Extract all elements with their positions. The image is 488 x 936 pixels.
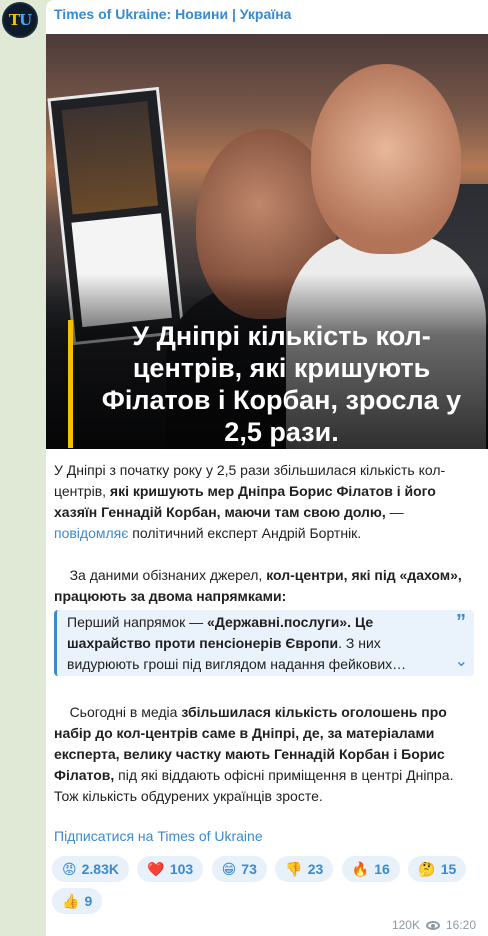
reaction-thumbs-down[interactable]: 👎 23 [275, 856, 334, 882]
reactions-bar: 😡 2.83K ❤️ 103 😁 73 👎 23 🔥 16 🤔 15 👍 9 [52, 856, 472, 920]
reaction-thinking[interactable]: 🤔 15 [408, 856, 467, 882]
reaction-thumbs-up[interactable]: 👍 9 [52, 888, 103, 914]
source-link[interactable]: повідомляє [54, 525, 128, 541]
post-paragraph-1: У Дніпрі з початку року у 2,5 рази збіль… [54, 462, 462, 604]
subscribe-link[interactable]: Підписатися на Times of Ukraine [54, 828, 263, 844]
message-meta: 120K 16:20 [392, 918, 476, 932]
view-count: 120K [391, 918, 420, 932]
reaction-grin[interactable]: 😁 73 [211, 856, 267, 882]
message-bubble: Times of Ukraine: Новини | Україна У Дні… [46, 0, 488, 936]
post-paragraph-3: Сьогодні в медіа збільшилася кількість о… [54, 704, 454, 804]
image-headline: У Дніпрі кількість кол-центрів, які криш… [68, 320, 478, 448]
reaction-fire[interactable]: 🔥 16 [341, 856, 400, 882]
thumbs-down-icon: 👎 [285, 860, 303, 877]
quote-icon: ” [456, 611, 466, 633]
message-time: 16:20 [445, 918, 476, 932]
avatar-letter-t: T [8, 11, 20, 29]
eye-icon [425, 920, 440, 930]
reaction-heart[interactable]: ❤️ 103 [137, 856, 204, 882]
fire-icon: 🔥 [351, 860, 370, 877]
person-right-face [311, 64, 461, 254]
channel-avatar[interactable]: TU [2, 2, 38, 38]
chevron-down-icon[interactable]: ⌄ [455, 651, 468, 672]
post-image[interactable]: У Дніпрі кількість кол-центрів, які криш… [46, 34, 488, 449]
reaction-angry[interactable]: 😡 2.83K [52, 856, 129, 882]
thinking-icon: 🤔 [418, 860, 436, 877]
heart-icon: ❤️ [147, 860, 165, 877]
channel-name[interactable]: Times of Ukraine: Новини | Україна [54, 6, 291, 22]
angry-icon: 😡 [62, 860, 77, 877]
grin-icon: 😁 [221, 860, 237, 877]
avatar-letter-u: U [19, 11, 32, 29]
blockquote[interactable]: Перший напрямок — «Державні.послуги». Це… [54, 610, 474, 676]
thumbs-up-icon: 👍 [62, 892, 80, 909]
post-paragraph-2: За даними обізнаних джерел, кол-центри, … [54, 567, 462, 604]
